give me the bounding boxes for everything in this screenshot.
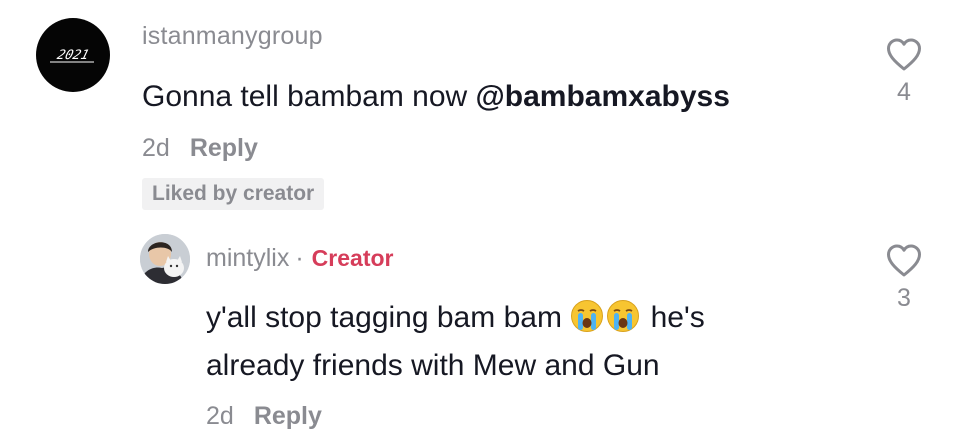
creator-badge: Creator [311,245,394,271]
heart-outline-icon[interactable] [886,244,922,278]
reply-text-body: y'all stop tagging bam bam [206,301,571,334]
separator-dot: · [295,244,304,272]
avatar-photo [140,234,190,284]
reply-header: mintylix · Creator [206,244,393,273]
comment-meta: 2d Reply [142,134,258,163]
avatar[interactable] [140,234,190,284]
reply-meta: 2d Reply [206,402,322,431]
reply-text-line-2: already friends with Mew and Gun [206,349,660,382]
heart-outline-icon[interactable] [886,38,922,72]
comment-date: 2d [142,134,170,162]
reply-text-line-1: y'all stop tagging bam bam he's [206,296,705,340]
reply-like: 3 [874,244,934,313]
comment-like: 4 [874,38,934,107]
reply-button[interactable]: Reply [254,402,322,430]
reply-username[interactable]: mintylix [206,244,289,272]
avatar[interactable]: 2021 [36,18,110,92]
svg-text:2021: 2021 [55,48,90,63]
like-count: 4 [897,78,911,106]
comment-text: Gonna tell bambam now @bambamxabyss [142,75,730,119]
comment-username[interactable]: istanmanygroup [142,22,323,51]
crying-face-emoji-icon [607,300,640,332]
reply-button[interactable]: Reply [190,134,258,162]
comment-text-body: Gonna tell bambam now [142,80,476,113]
like-count: 3 [897,284,911,312]
reply-date: 2d [206,402,234,430]
reply-text-tail: he's [642,301,705,334]
liked-by-creator-badge: Liked by creator [142,178,325,210]
group-logo-icon: 2021 [50,48,94,63]
crying-face-emoji-icon [571,300,604,332]
mention-link[interactable]: @bambamxabyss [476,80,730,113]
